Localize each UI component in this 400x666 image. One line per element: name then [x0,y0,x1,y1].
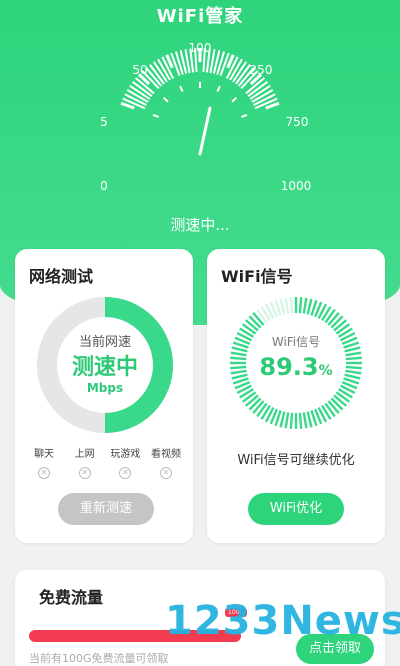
gauge-inner-mark [216,85,221,92]
free-data-title: 免费流量 [39,588,104,607]
gauge-label: 250 [250,63,273,77]
signal-note: WiFi信号可继续优化 [237,453,355,468]
speed-value: 测速中 [71,355,138,380]
network-test-title: 网络测试 [29,267,94,286]
usage-item-video: 看视频 ✕ [150,449,181,479]
wifi-signal-title: WiFi信号 [221,267,293,286]
signal-ring: WiFi信号 89.3% [228,295,364,431]
close-circle-icon: ✕ [119,467,132,479]
gauge-label: 5 [100,115,108,129]
gauge-inner-mark [241,113,248,118]
speed-ring: 当前网速 测速中 Mbps [37,297,173,433]
gauge-label: 100 [189,41,212,55]
wifi-optimize-button[interactable]: WiFi优化 [248,493,344,525]
network-test-card: 网络测试 当前网速 测速中 Mbps 聊天 ✕ 上网 ✕ 玩游戏 ✕ 看视频 ✕… [15,249,193,543]
gauge-inner-mark [162,96,169,103]
speed-unit: Mbps [86,381,124,395]
free-data-note: 当前有100G免费流量可领取 [29,652,169,665]
gauge-inner-mark [179,85,184,92]
gauge-label: 750 [286,115,309,129]
gauge-needle [198,106,212,156]
signal-value: 89.3% [259,353,333,381]
gauge-tick [120,101,135,110]
gauge-tick [265,101,280,110]
usage-list: 聊天 ✕ 上网 ✕ 玩游戏 ✕ 看视频 ✕ [25,445,185,479]
close-circle-icon: ✕ [78,467,91,479]
usage-item-browse: 上网 ✕ [74,449,95,479]
gauge-inner-mark [152,113,159,118]
gauge-label: 50 [132,63,147,77]
gauge-label: 1000 [281,179,312,193]
current-speed-label: 当前网速 [78,335,131,350]
speed-status: 测速中... [170,216,230,234]
signal-label: WiFi信号 [271,335,321,349]
retest-button[interactable]: 重新测速 [58,493,154,525]
close-circle-icon: ✕ [159,467,172,479]
usage-item-game: 玩游戏 ✕ [110,449,141,479]
watermark: 1233News [165,598,400,644]
close-circle-icon: ✕ [38,467,50,479]
gauge-label: 0 [100,179,108,193]
wifi-signal-card: WiFi信号 WiFi信号 89.3% WiFi信号可继续优化 WiFi优化 [207,249,385,543]
gauge-inner-mark [231,96,238,103]
speedometer-gauge: 0 5 50 100 250 750 1000 [100,41,312,193]
usage-item-chat: 聊天 ✕ [34,449,54,479]
